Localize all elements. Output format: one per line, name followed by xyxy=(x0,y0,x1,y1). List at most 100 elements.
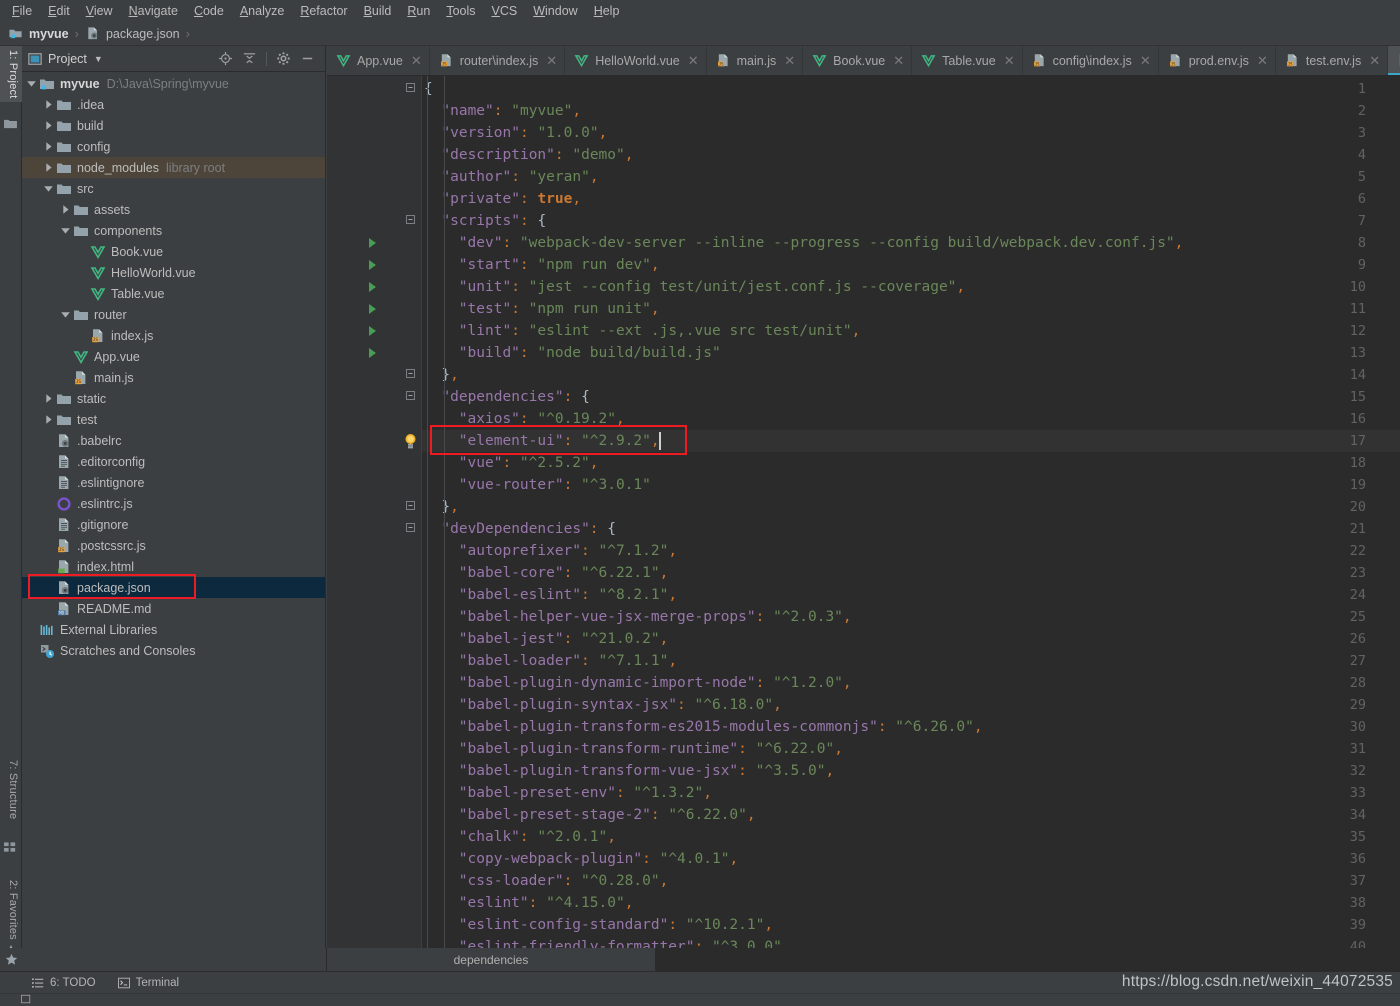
code-editor[interactable]: {"name": "myvue", "version": "1.0.0", "des… xyxy=(327,76,1400,948)
run-gutter-marker[interactable] xyxy=(367,320,378,342)
code-line[interactable]: "test": "npm run unit", xyxy=(459,298,660,320)
tree-item-assets[interactable]: assets xyxy=(22,199,325,220)
editor-gutter[interactable] xyxy=(327,76,400,948)
code-line[interactable]: "babel-plugin-dynamic-import-node": "^1.… xyxy=(459,672,852,694)
editor-tab-router-index-js[interactable]: JS router\index.js ✕ xyxy=(430,46,566,75)
tree-item-components[interactable]: components xyxy=(22,220,325,241)
tree-item-build[interactable]: build xyxy=(22,115,325,136)
tree-item-index-js[interactable]: JS index.js xyxy=(22,325,325,346)
tree-item-static[interactable]: static xyxy=(22,388,325,409)
fold-toggle-icon[interactable] xyxy=(405,364,416,386)
chevron-down-icon[interactable] xyxy=(60,225,71,236)
status-favorites-cell[interactable] xyxy=(0,948,22,971)
tree-item-node-modules[interactable]: node_modules library root xyxy=(22,157,325,178)
project-panel-chevron-down-icon[interactable]: ▼ xyxy=(94,54,103,64)
code-line[interactable]: "babel-jest": "^21.0.2", xyxy=(459,628,669,650)
fold-gutter-marker[interactable] xyxy=(405,364,416,386)
code-line[interactable]: "axios": "^0.19.2", xyxy=(459,408,625,430)
editor-tab-config-index-js[interactable]: JS config\index.js ✕ xyxy=(1023,46,1159,75)
chevron-right-icon[interactable] xyxy=(43,99,54,110)
code-line[interactable]: "name": "myvue", xyxy=(441,100,581,122)
tree-item-babelrc[interactable]: .babelrc xyxy=(22,430,325,451)
code-line[interactable]: "autoprefixer": "^7.1.2", xyxy=(459,540,677,562)
collapse-all-icon[interactable] xyxy=(242,51,257,66)
run-gutter-marker[interactable] xyxy=(367,342,378,364)
close-icon[interactable]: ✕ xyxy=(1140,53,1151,69)
menu-item-build[interactable]: Build xyxy=(356,1,400,21)
locate-icon[interactable] xyxy=(218,51,233,66)
run-gutter-marker[interactable] xyxy=(367,298,378,320)
menu-item-run[interactable]: Run xyxy=(399,1,438,21)
close-icon[interactable]: ✕ xyxy=(1004,53,1015,69)
project-tree[interactable]: myvue D:\Java\Spring\myvue .idea build confi… xyxy=(22,73,325,948)
tree-item-myvue[interactable]: myvue D:\Java\Spring\myvue xyxy=(22,73,325,94)
code-line[interactable]: "babel-preset-env": "^1.3.2", xyxy=(459,782,712,804)
code-line[interactable]: "scripts": { xyxy=(441,210,546,232)
run-script-icon[interactable] xyxy=(367,298,378,320)
tree-item-scratches-and-consoles[interactable]: Scratches and Consoles xyxy=(22,640,325,661)
menu-item-window[interactable]: Window xyxy=(525,1,585,21)
code-line[interactable]: "babel-plugin-transform-es2015-modules-c… xyxy=(459,716,983,738)
code-line[interactable]: "vue": "^2.5.2", xyxy=(459,452,599,474)
tree-item-src[interactable]: src xyxy=(22,178,325,199)
fold-toggle-icon[interactable] xyxy=(405,78,416,100)
tool-window-button-terminal[interactable]: Terminal xyxy=(117,977,179,989)
tool-window-button-todo[interactable]: 6: TODO xyxy=(32,977,96,989)
close-icon[interactable]: ✕ xyxy=(1369,53,1380,69)
code-line[interactable]: "babel-loader": "^7.1.1", xyxy=(459,650,677,672)
chevron-right-icon[interactable] xyxy=(43,120,54,131)
code-line[interactable]: "copy-webpack-plugin": "^4.0.1", xyxy=(459,848,738,870)
fold-toggle-icon[interactable] xyxy=(405,210,416,232)
fold-gutter-marker[interactable] xyxy=(405,386,416,408)
chevron-down-icon[interactable] xyxy=(26,78,37,89)
code-line[interactable]: "build": "node build/build.js" xyxy=(459,342,721,364)
menu-item-refactor[interactable]: Refactor xyxy=(292,1,355,21)
tree-item-package-json[interactable]: package.json xyxy=(22,577,325,598)
tree-item-book-vue[interactable]: Book.vue xyxy=(22,241,325,262)
code-line[interactable]: "lint": "eslint --ext .js,.vue src test/… xyxy=(459,320,861,342)
chevron-down-icon[interactable] xyxy=(60,309,71,320)
menu-item-navigate[interactable]: Navigate xyxy=(121,1,186,21)
code-line[interactable]: "babel-core": "^6.22.1", xyxy=(459,562,669,584)
code-line[interactable]: "start": "npm run dev", xyxy=(459,254,660,276)
tree-item-external-libraries[interactable]: External Libraries xyxy=(22,619,325,640)
tree-item-router[interactable]: router xyxy=(22,304,325,325)
settings-gear-icon[interactable] xyxy=(276,51,291,66)
code-line[interactable]: "babel-helper-vue-jsx-merge-props": "^2.… xyxy=(459,606,852,628)
editor-structure-breadcrumb[interactable]: dependencies xyxy=(327,948,655,971)
editor-tab-prod-env-js[interactable]: JS prod.env.js ✕ xyxy=(1159,46,1276,75)
fold-toggle-icon[interactable] xyxy=(405,518,416,540)
tree-item-idea[interactable]: .idea xyxy=(22,94,325,115)
code-line[interactable]: "eslint-friendly-formatter": "^3.0.0" xyxy=(459,936,782,948)
code-line[interactable]: "babel-eslint": "^8.2.1", xyxy=(459,584,677,606)
tool-window-tab-project[interactable]: 1: Project xyxy=(0,46,22,103)
menu-item-code[interactable]: Code xyxy=(186,1,232,21)
minimize-icon[interactable] xyxy=(300,51,315,66)
menu-item-file[interactable]: File xyxy=(4,1,40,21)
fold-toggle-icon[interactable] xyxy=(405,496,416,518)
run-script-icon[interactable] xyxy=(367,232,378,254)
tree-item-editorconfig[interactable]: .editorconfig xyxy=(22,451,325,472)
editor-tab-pac[interactable]: pac xyxy=(1388,46,1400,75)
code-line[interactable]: { xyxy=(424,78,433,100)
code-line[interactable]: "babel-plugin-transform-runtime": "^6.22… xyxy=(459,738,843,760)
close-icon[interactable]: ✕ xyxy=(784,53,795,69)
editor-tab-book-vue[interactable]: Book.vue ✕ xyxy=(803,46,913,75)
tree-item-postcssrc-js[interactable]: JS .postcssrc.js xyxy=(22,535,325,556)
fold-toggle-icon[interactable] xyxy=(405,386,416,408)
code-line[interactable]: "vue-router": "^3.0.1" xyxy=(459,474,651,496)
code-line[interactable]: "eslint": "^4.15.0", xyxy=(459,892,634,914)
run-script-icon[interactable] xyxy=(367,276,378,298)
tree-item-config[interactable]: config xyxy=(22,136,325,157)
fold-gutter-marker[interactable] xyxy=(405,78,416,100)
code-line[interactable]: "element-ui": "^2.9.2", xyxy=(459,430,660,452)
close-icon[interactable]: ✕ xyxy=(411,53,422,69)
menu-item-analyze[interactable]: Analyze xyxy=(232,1,292,21)
editor-tab-helloworld-vue[interactable]: HelloWorld.vue ✕ xyxy=(565,46,707,75)
menu-item-edit[interactable]: Edit xyxy=(40,1,78,21)
tree-item-table-vue[interactable]: Table.vue xyxy=(22,283,325,304)
menu-item-vcs[interactable]: VCS xyxy=(484,1,526,21)
run-gutter-marker[interactable] xyxy=(367,276,378,298)
chevron-right-icon[interactable] xyxy=(43,141,54,152)
run-script-icon[interactable] xyxy=(367,254,378,276)
